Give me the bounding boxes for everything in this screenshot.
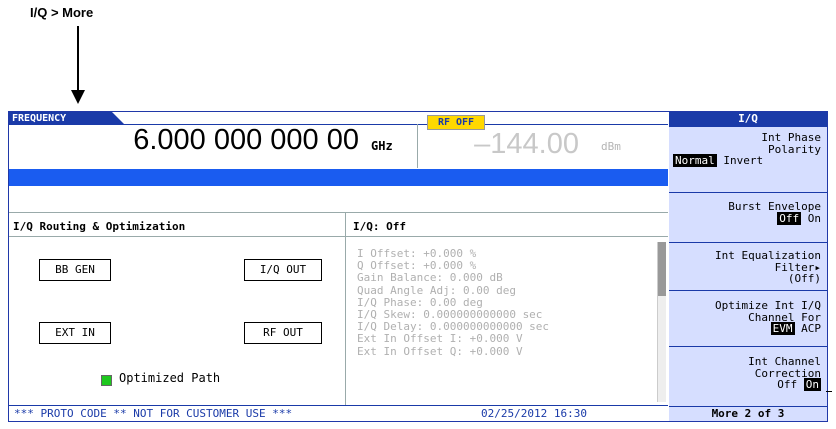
title-underline bbox=[9, 236, 668, 237]
option-evm-selected: EVM bbox=[770, 322, 795, 335]
status-datetime: 02/25/2012 16:30 bbox=[481, 407, 587, 420]
ext-in-box: EXT IN bbox=[39, 322, 111, 344]
callout-tick bbox=[826, 391, 832, 392]
panel-divider bbox=[9, 212, 668, 213]
main-display: FREQUENCY 6.000 000 000 00 GHz RF OFF –1… bbox=[9, 112, 668, 421]
option-off-selected: Off bbox=[777, 211, 802, 225]
softkey-label: Int Phase bbox=[761, 131, 821, 144]
frequency-unit: GHz bbox=[371, 139, 393, 153]
down-arrow-icon bbox=[71, 90, 85, 104]
softkey-label: Optimize Int I/Q bbox=[715, 299, 821, 312]
bb-gen-box: BB GEN bbox=[39, 259, 111, 281]
status-message: *** PROTO CODE ** NOT FOR CUSTOMER USE *… bbox=[14, 407, 293, 420]
softkey-options: Normal Invert bbox=[669, 154, 827, 167]
amplitude-value[interactable]: –144.00 bbox=[429, 128, 579, 161]
iq-status-title: I/Q: Off bbox=[353, 220, 406, 233]
softkey-value: (Off) bbox=[787, 272, 821, 285]
message-bar bbox=[9, 169, 668, 186]
list-item: Quad Angle Adj: 0.00 deg bbox=[357, 283, 516, 297]
burst-envelope-softkey[interactable]: Burst Envelope Off On bbox=[669, 192, 827, 242]
rf-out-box: RF OUT bbox=[244, 322, 322, 344]
section-separator bbox=[345, 213, 346, 405]
option-invert: Invert bbox=[723, 154, 764, 167]
iq-scrollbar[interactable] bbox=[657, 242, 666, 402]
scrollbar-thumb[interactable] bbox=[658, 242, 666, 296]
softkey-options: Off On bbox=[669, 378, 827, 391]
softkey-menu-title: I/Q bbox=[669, 112, 827, 126]
status-divider bbox=[9, 405, 668, 406]
softkey-label: Burst Envelope bbox=[728, 200, 821, 213]
amplitude-divider bbox=[417, 124, 418, 168]
amplitude-unit: dBm bbox=[601, 140, 621, 153]
softkey-label: Int Equalization bbox=[715, 249, 821, 262]
int-channel-correction-softkey[interactable]: Int Channel Correction Off On bbox=[669, 346, 827, 406]
int-phase-polarity-softkey[interactable]: Int Phase Polarity Normal Invert bbox=[669, 126, 827, 170]
option-normal-selected: Normal bbox=[673, 154, 717, 167]
menu-path-caption: I/Q > More bbox=[30, 5, 94, 20]
option-on: On bbox=[807, 211, 821, 225]
list-item: Ext In Offset Q: +0.000 V bbox=[357, 344, 523, 358]
optimize-int-iq-softkey[interactable]: Optimize Int I/Q Channel For EVM ACP bbox=[669, 290, 827, 346]
iq-out-box: I/Q OUT bbox=[244, 259, 322, 281]
softkey-label: Int Channel bbox=[748, 355, 821, 368]
int-equalization-filter-softkey[interactable]: Int Equalization Filter▸ (Off) bbox=[669, 242, 827, 290]
frequency-value[interactable]: 6.000 000 000 00 bbox=[29, 124, 359, 157]
list-item: Gain Balance: 0.000 dB bbox=[357, 271, 503, 285]
option-off: Off bbox=[777, 378, 798, 391]
option-acp: ACP bbox=[801, 322, 821, 335]
option-on-selected: On bbox=[803, 378, 821, 391]
list-item: Ext In Offset I: +0.000 V bbox=[357, 332, 523, 346]
optimized-path-swatch bbox=[101, 375, 112, 386]
softkey-options: EVM ACP bbox=[669, 322, 827, 335]
softkey-panel: I/Q Int Phase Polarity Normal Invert Bur… bbox=[669, 112, 827, 421]
optimized-path-label: Optimized Path bbox=[119, 371, 221, 385]
more-softkey[interactable]: More 2 of 3 bbox=[669, 406, 827, 421]
routing-title: I/Q Routing & Optimization bbox=[13, 220, 186, 233]
pointer-arrow-line bbox=[77, 26, 79, 92]
iq-parameter-list: I Offset: +0.000 % Q Offset: +0.000 % Ga… bbox=[357, 247, 549, 358]
instrument-screen: FREQUENCY 6.000 000 000 00 GHz RF OFF –1… bbox=[8, 111, 828, 422]
softkey-options: Off On bbox=[669, 211, 827, 225]
